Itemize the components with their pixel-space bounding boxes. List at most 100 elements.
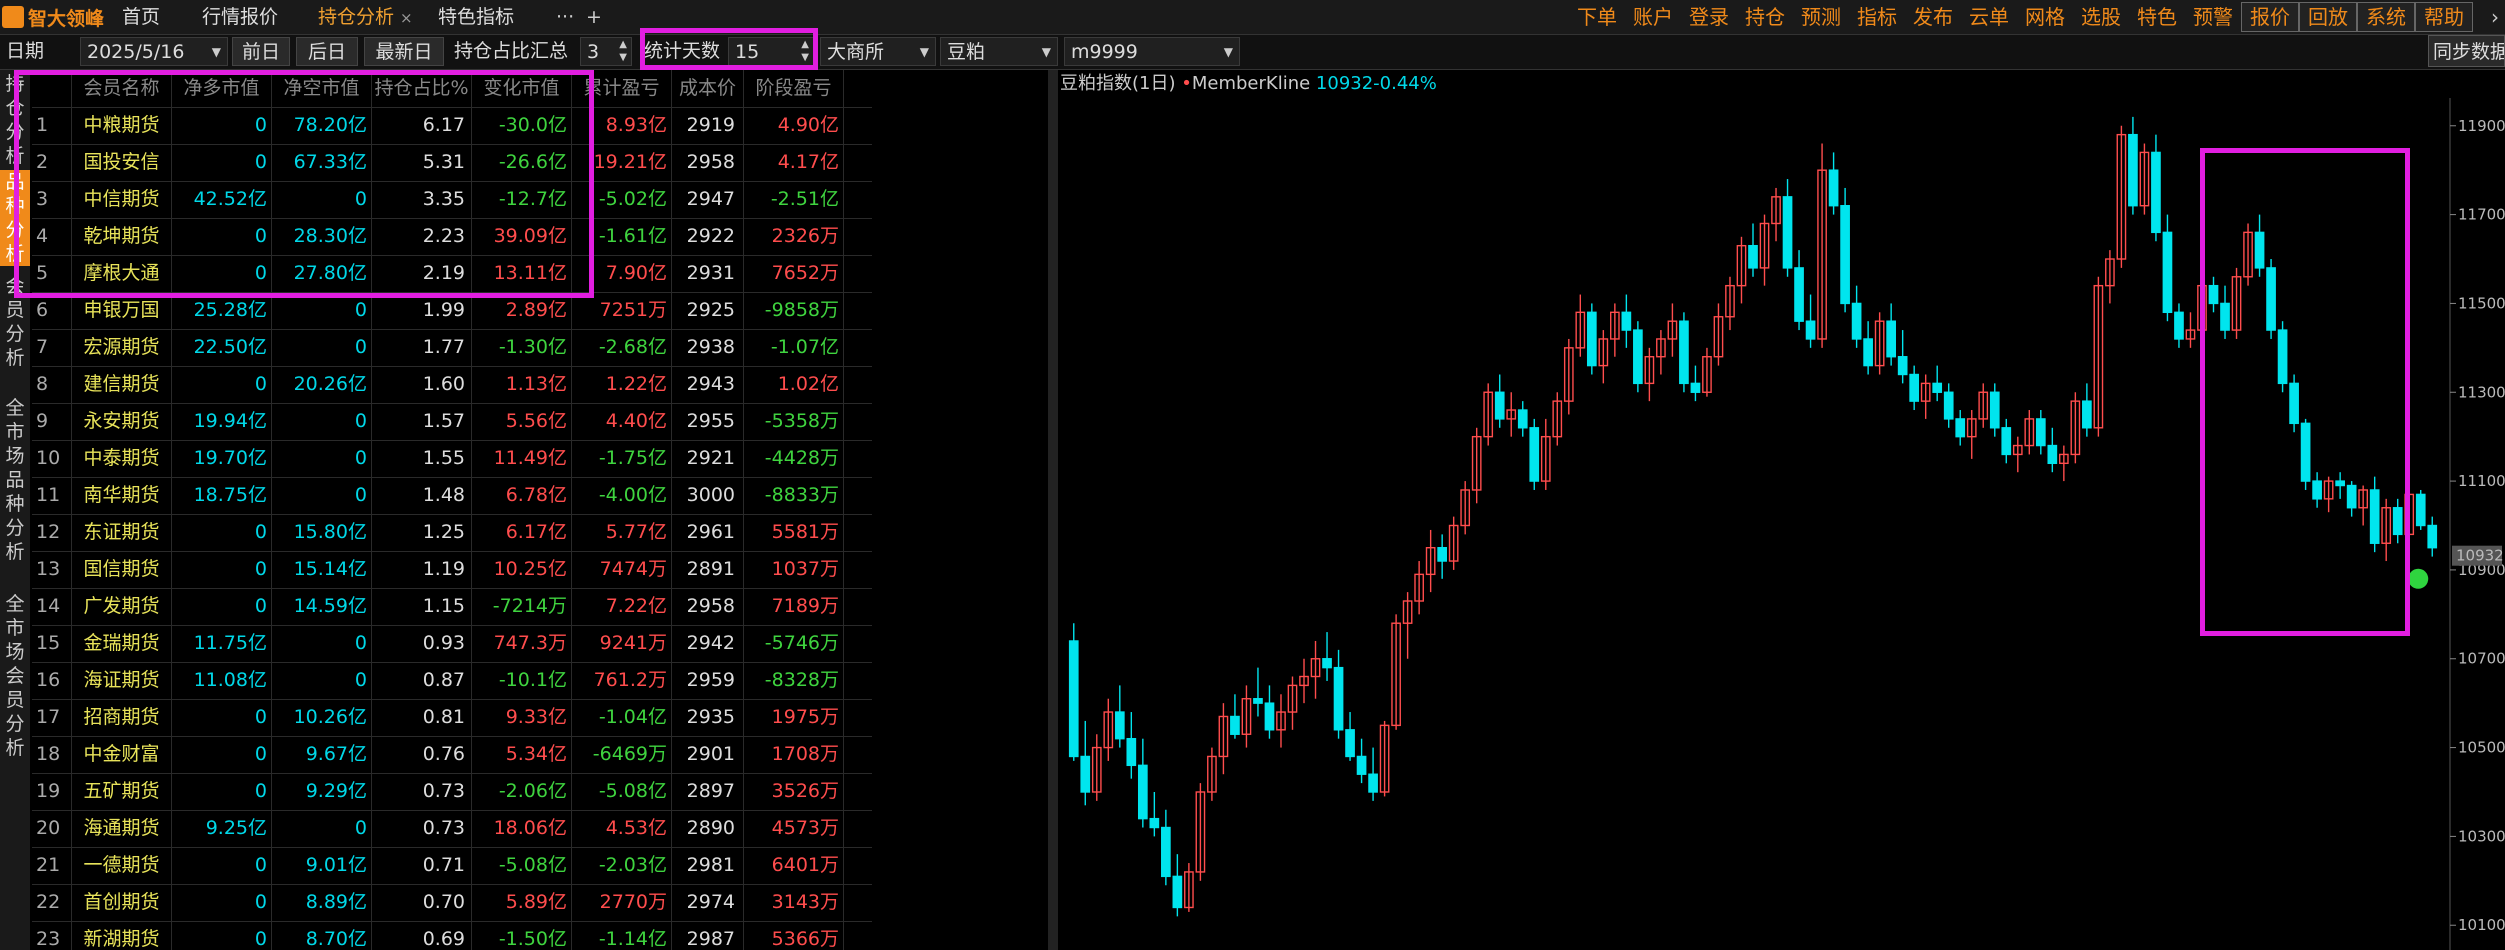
candle-body [2312, 480, 2322, 500]
candle-body [1586, 311, 1597, 367]
table-row[interactable]: 8 建信期货 0 20.26亿 1.60 1.13亿 1.22亿 2943 1.02亿 [32, 366, 872, 404]
tab-quotes[interactable]: 行情报价 [192, 2, 288, 32]
table-row[interactable]: 7 宏源期货 22.50亿 0 1.77 -1.30亿 -2.68亿 2938 -1.07亿 [32, 329, 872, 367]
row-index: 8 [32, 366, 72, 403]
table-row[interactable]: 19 五矿期货 0 9.29亿 0.73 -2.06亿 -5.08亿 2897 3526万 [32, 773, 872, 811]
cumulative-pnl: 7251万 [572, 292, 672, 329]
sidebar-item-position-analysis[interactable]: 持仓分析 [0, 72, 30, 168]
position-ratio: 1.77 [372, 329, 472, 366]
table-row[interactable]: 23 新湖期货 0 8.70亿 0.69 -1.50亿 -1.14亿 2987 5366万 [32, 921, 872, 950]
date-picker[interactable]: 2025/5/16 ▼ [80, 37, 228, 66]
table-row[interactable]: 17 招商期货 0 10.26亿 0.81 9.33亿 -1.04亿 2935 1975万 [32, 699, 872, 737]
sidebar-item-market-variety-analysis[interactable]: 全市场品种分析 [0, 396, 30, 566]
net-long-value: 0 [172, 773, 272, 810]
table-row[interactable]: 22 首创期货 0 8.89亿 0.70 5.89亿 2770万 2974 3143万 [32, 884, 872, 922]
table-row[interactable]: 13 国信期货 0 15.14亿 1.19 10.25亿 7474万 2891 1037万 [32, 551, 872, 589]
panel-divider[interactable] [1048, 70, 1058, 950]
candle-body [1517, 409, 1528, 429]
menu-item[interactable]: 发布 [1905, 2, 1961, 32]
ratio-sum-stepper[interactable]: 3 ▲ ▼ [580, 37, 632, 66]
stage-pnl: 2326万 [744, 218, 844, 255]
menu-more-icon[interactable]: › [2491, 2, 2499, 32]
add-tab-button[interactable]: + [576, 2, 612, 32]
candle-body [2001, 427, 2012, 456]
table-row[interactable]: 18 中金财富 0 9.67亿 0.76 5.34亿 -6469万 2901 1708万 [32, 736, 872, 774]
table-row[interactable]: 21 一德期货 0 9.01亿 0.71 -5.08亿 -2.03亿 2981 6401万 [32, 847, 872, 885]
net-long-value: 0 [172, 514, 272, 551]
sidebar-item-market-member-analysis[interactable]: 全市场会员分析 [0, 592, 30, 762]
menu-item[interactable]: 持仓 [1737, 2, 1793, 32]
menu-item[interactable]: 报价 [2241, 2, 2299, 32]
tab-home[interactable]: 首页 [112, 2, 170, 32]
left-sidebar: 持仓分析 品种分析 会员分析 全市场品种分析 全市场会员分析 [0, 70, 30, 950]
chart-name: 豆粕指数(1日) [1060, 73, 1176, 94]
menu-item[interactable]: 账户 [1625, 2, 1681, 32]
latest-day-button[interactable]: 最新日 [364, 37, 444, 66]
prev-day-button[interactable]: 前日 [232, 37, 290, 66]
table-row[interactable]: 11 南华期货 18.75亿 0 1.48 6.78亿 -4.00亿 3000 -8833万 [32, 477, 872, 515]
menu-item[interactable]: 选股 [2073, 2, 2129, 32]
net-short-value: 9.01亿 [272, 847, 372, 884]
menu-item[interactable]: 预测 [1793, 2, 1849, 32]
stepper-arrows-icon[interactable]: ▲ ▼ [619, 38, 627, 64]
sidebar-item-member-analysis[interactable]: 会员分析 [0, 274, 30, 370]
menu-item[interactable]: 帮助 [2415, 2, 2473, 32]
member-name: 首创期货 [72, 884, 172, 921]
table-row[interactable]: 6 申银万国 25.28亿 0 1.99 2.89亿 7251万 2925 -9858万 [32, 292, 872, 330]
table-row[interactable]: 14 广发期货 0 14.59亿 1.15 -7214万 7.22亿 2958 7189万 [32, 588, 872, 626]
sidebar-item-variety-analysis[interactable]: 品种分析 [0, 170, 30, 266]
exchange-select[interactable]: 大商所 ▼ [820, 37, 936, 66]
table-row[interactable]: 5 摩根大通 0 27.80亿 2.19 13.11亿 7.90亿 2931 7652万 [32, 255, 872, 293]
contract-select[interactable]: m9999 ▼ [1064, 37, 1240, 66]
menu-item[interactable]: 预警 [2185, 2, 2241, 32]
row-index: 6 [32, 292, 72, 329]
table-row[interactable]: 3 中信期货 42.52亿 0 3.35 -12.7亿 -5.02亿 2947 -2.51亿 [32, 181, 872, 219]
change-value: 变化市值 [472, 70, 572, 107]
net-short-value: 27.80亿 [272, 255, 372, 292]
row-index: 19 [32, 773, 72, 810]
candle-body [1126, 737, 1137, 767]
tab-special-indicators[interactable]: 特色指标 [428, 2, 524, 32]
table-row[interactable]: 9 永安期货 19.94亿 0 1.57 5.56亿 4.40亿 2955 -5358万 [32, 403, 872, 441]
top-menu: 下单 账户 登录 持仓 预测 指标 发布 云单 网格 选股 特色 预警 报价 回放 系统 帮助 [1569, 2, 2473, 32]
next-day-button[interactable]: 后日 [296, 37, 358, 66]
change-value: 9.33亿 [472, 699, 572, 736]
table-header[interactable]: 会员名称 净多市值 净空市值 持仓占比% 变化市值 累计盈亏 成本价 阶段盈亏 [32, 70, 872, 108]
table-row[interactable]: 2 国投安信 0 67.33亿 5.31 -26.6亿 19.21亿 2958 4.17亿 [32, 144, 872, 182]
cumulative-pnl: 7474万 [572, 551, 672, 588]
row-index: 14 [32, 588, 72, 625]
variety-select[interactable]: 豆粕 ▼ [940, 37, 1058, 66]
member-name: 申银万国 [72, 292, 172, 329]
menu-item[interactable]: 系统 [2357, 2, 2415, 32]
menu-item[interactable]: 云单 [1961, 2, 2017, 32]
close-icon[interactable]: × [400, 9, 413, 27]
menu-item[interactable]: 特色 [2129, 2, 2185, 32]
table-row[interactable]: 1 中粮期货 0 78.20亿 6.17 -30.0亿 8.93亿 2919 4.90亿 [32, 107, 872, 145]
table-row[interactable]: 4 乾坤期货 0 28.30亿 2.23 39.09亿 -1.61亿 2922 2326万 [32, 218, 872, 256]
table-row[interactable]: 20 海通期货 9.25亿 0 0.73 18.06亿 4.53亿 2890 4573万 [32, 810, 872, 848]
menu-item[interactable]: 下单 [1569, 2, 1625, 32]
sync-data-button[interactable]: 同步数据 [2428, 35, 2505, 67]
stat-days-stepper[interactable]: 15 ▲ ▼ [728, 37, 814, 66]
change-value: -5.08亿 [472, 847, 572, 884]
table-row[interactable]: 12 东证期货 0 15.80亿 1.25 6.17亿 5.77亿 2961 5581万 [32, 514, 872, 552]
table-row[interactable]: 15 金瑞期货 11.75亿 0 0.93 747.3万 9241万 2942 -5746万 [32, 625, 872, 663]
candle-body [2047, 444, 2058, 465]
stepper-arrows-icon[interactable]: ▲ ▼ [801, 38, 809, 64]
position-ratio: 1.57 [372, 403, 472, 440]
menu-item[interactable]: 登录 [1681, 2, 1737, 32]
menu-item[interactable]: 回放 [2299, 2, 2357, 32]
net-short-value: 0 [272, 292, 372, 329]
table-row[interactable]: 16 海证期货 11.08亿 0 0.87 -10.1亿 761.2万 2959 -8328万 [32, 662, 872, 700]
kline-chart[interactable]: 1190011700115001130011100109001070010500… [1060, 98, 2505, 950]
menu-item[interactable]: 网格 [2017, 2, 2073, 32]
candle-body [1886, 320, 1896, 358]
tab-position-analysis[interactable]: 持仓分析 × [308, 2, 423, 32]
table-row[interactable]: 10 中泰期货 19.70亿 0 1.55 11.49亿 -1.75亿 2921 -4428万 [32, 440, 872, 478]
net-short-value: 0 [272, 662, 372, 699]
net-short-value: 67.33亿 [272, 144, 372, 181]
smiley-icon [2408, 568, 2429, 589]
change-value: 39.09亿 [472, 218, 572, 255]
menu-item[interactable]: 指标 [1849, 2, 1905, 32]
member-name: 广发期货 [72, 588, 172, 625]
